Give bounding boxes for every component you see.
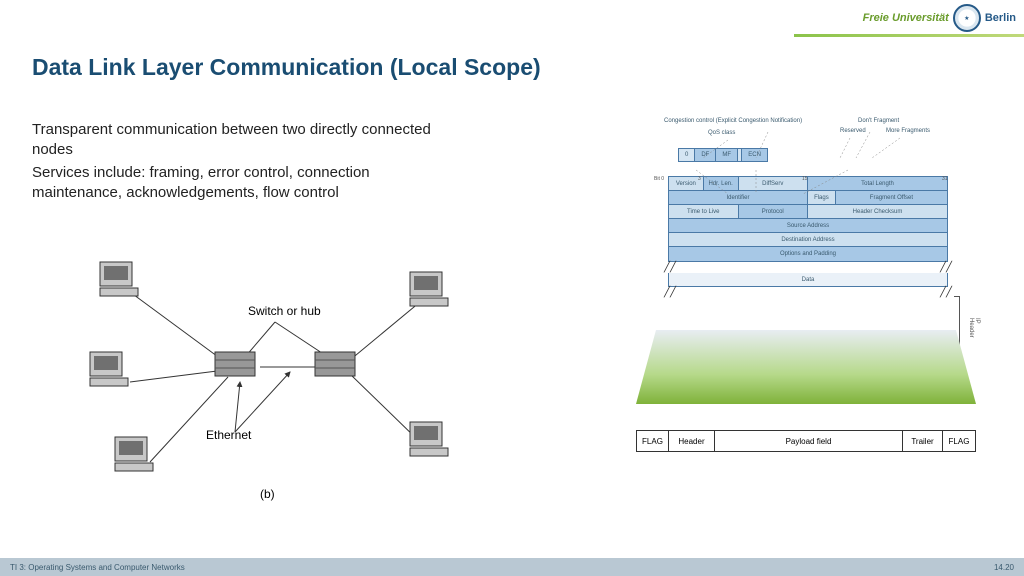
pill-flags: 0 DF MF [678,148,738,162]
network-diagram: Switch or hub Ethernet (b) [60,232,480,512]
paragraph-2: Services include: framing, error control… [32,163,462,204]
callout-qos: QoS class [708,130,735,136]
frame-structure: FLAG Header Payload field Trailer FLAG [636,430,976,452]
data-row: Data [668,273,948,287]
bit-label-3: 3 [698,176,701,182]
logo-text-right: Berlin [985,12,1016,24]
footer-bar: TI 3: Operating Systems and Computer Net… [0,558,1024,576]
page-title: Data Link Layer Communication (Local Sco… [32,54,541,81]
bit-label-15: 15 [802,176,808,182]
break-marks: ╱╱╱╱ [664,262,952,273]
frame-payload: Payload field [715,431,903,451]
footer-right: 14.20 [994,563,1014,572]
callout-mf: More Fragments [886,128,930,134]
footer-left: TI 3: Operating Systems and Computer Net… [10,563,185,572]
callout-congestion: Congestion control (Explicit Congestion … [664,118,802,124]
university-logo: Freie Universität ★ Berlin [863,4,1016,32]
switch-label: Switch or hub [248,304,321,318]
paragraph-1: Transparent communication between two di… [32,120,462,161]
body-text: Transparent communication between two di… [32,120,462,205]
frame-flag: FLAG [637,431,669,451]
callout-df: Don't Fragment [858,118,899,124]
ethernet-label: Ethernet [206,428,251,442]
switch-icon [215,352,355,376]
bit-label-31: 31 [942,176,948,182]
ip-header-table: VersionHdr. Len.DiffServTotal Length Ide… [668,176,948,262]
header-bar: Freie Universität ★ Berlin [0,0,1024,36]
logo-underline [794,34,1024,37]
frame-flag: FLAG [943,431,975,451]
diagram-caption: (b) [260,487,275,501]
frame-header: Header [669,431,715,451]
frame-trailer: Trailer [903,431,943,451]
gradient-trapezoid [636,330,976,404]
logo-text-left: Freie Universität [863,12,949,24]
callout-reserved: Reserved [840,128,866,134]
seal-icon: ★ [953,4,981,32]
ip-header-diagram: Congestion control (Explicit Congestion … [628,118,988,298]
break-marks: ╱╱╱╱ [664,287,952,298]
bit-label-0: Bit 0 [654,176,664,182]
